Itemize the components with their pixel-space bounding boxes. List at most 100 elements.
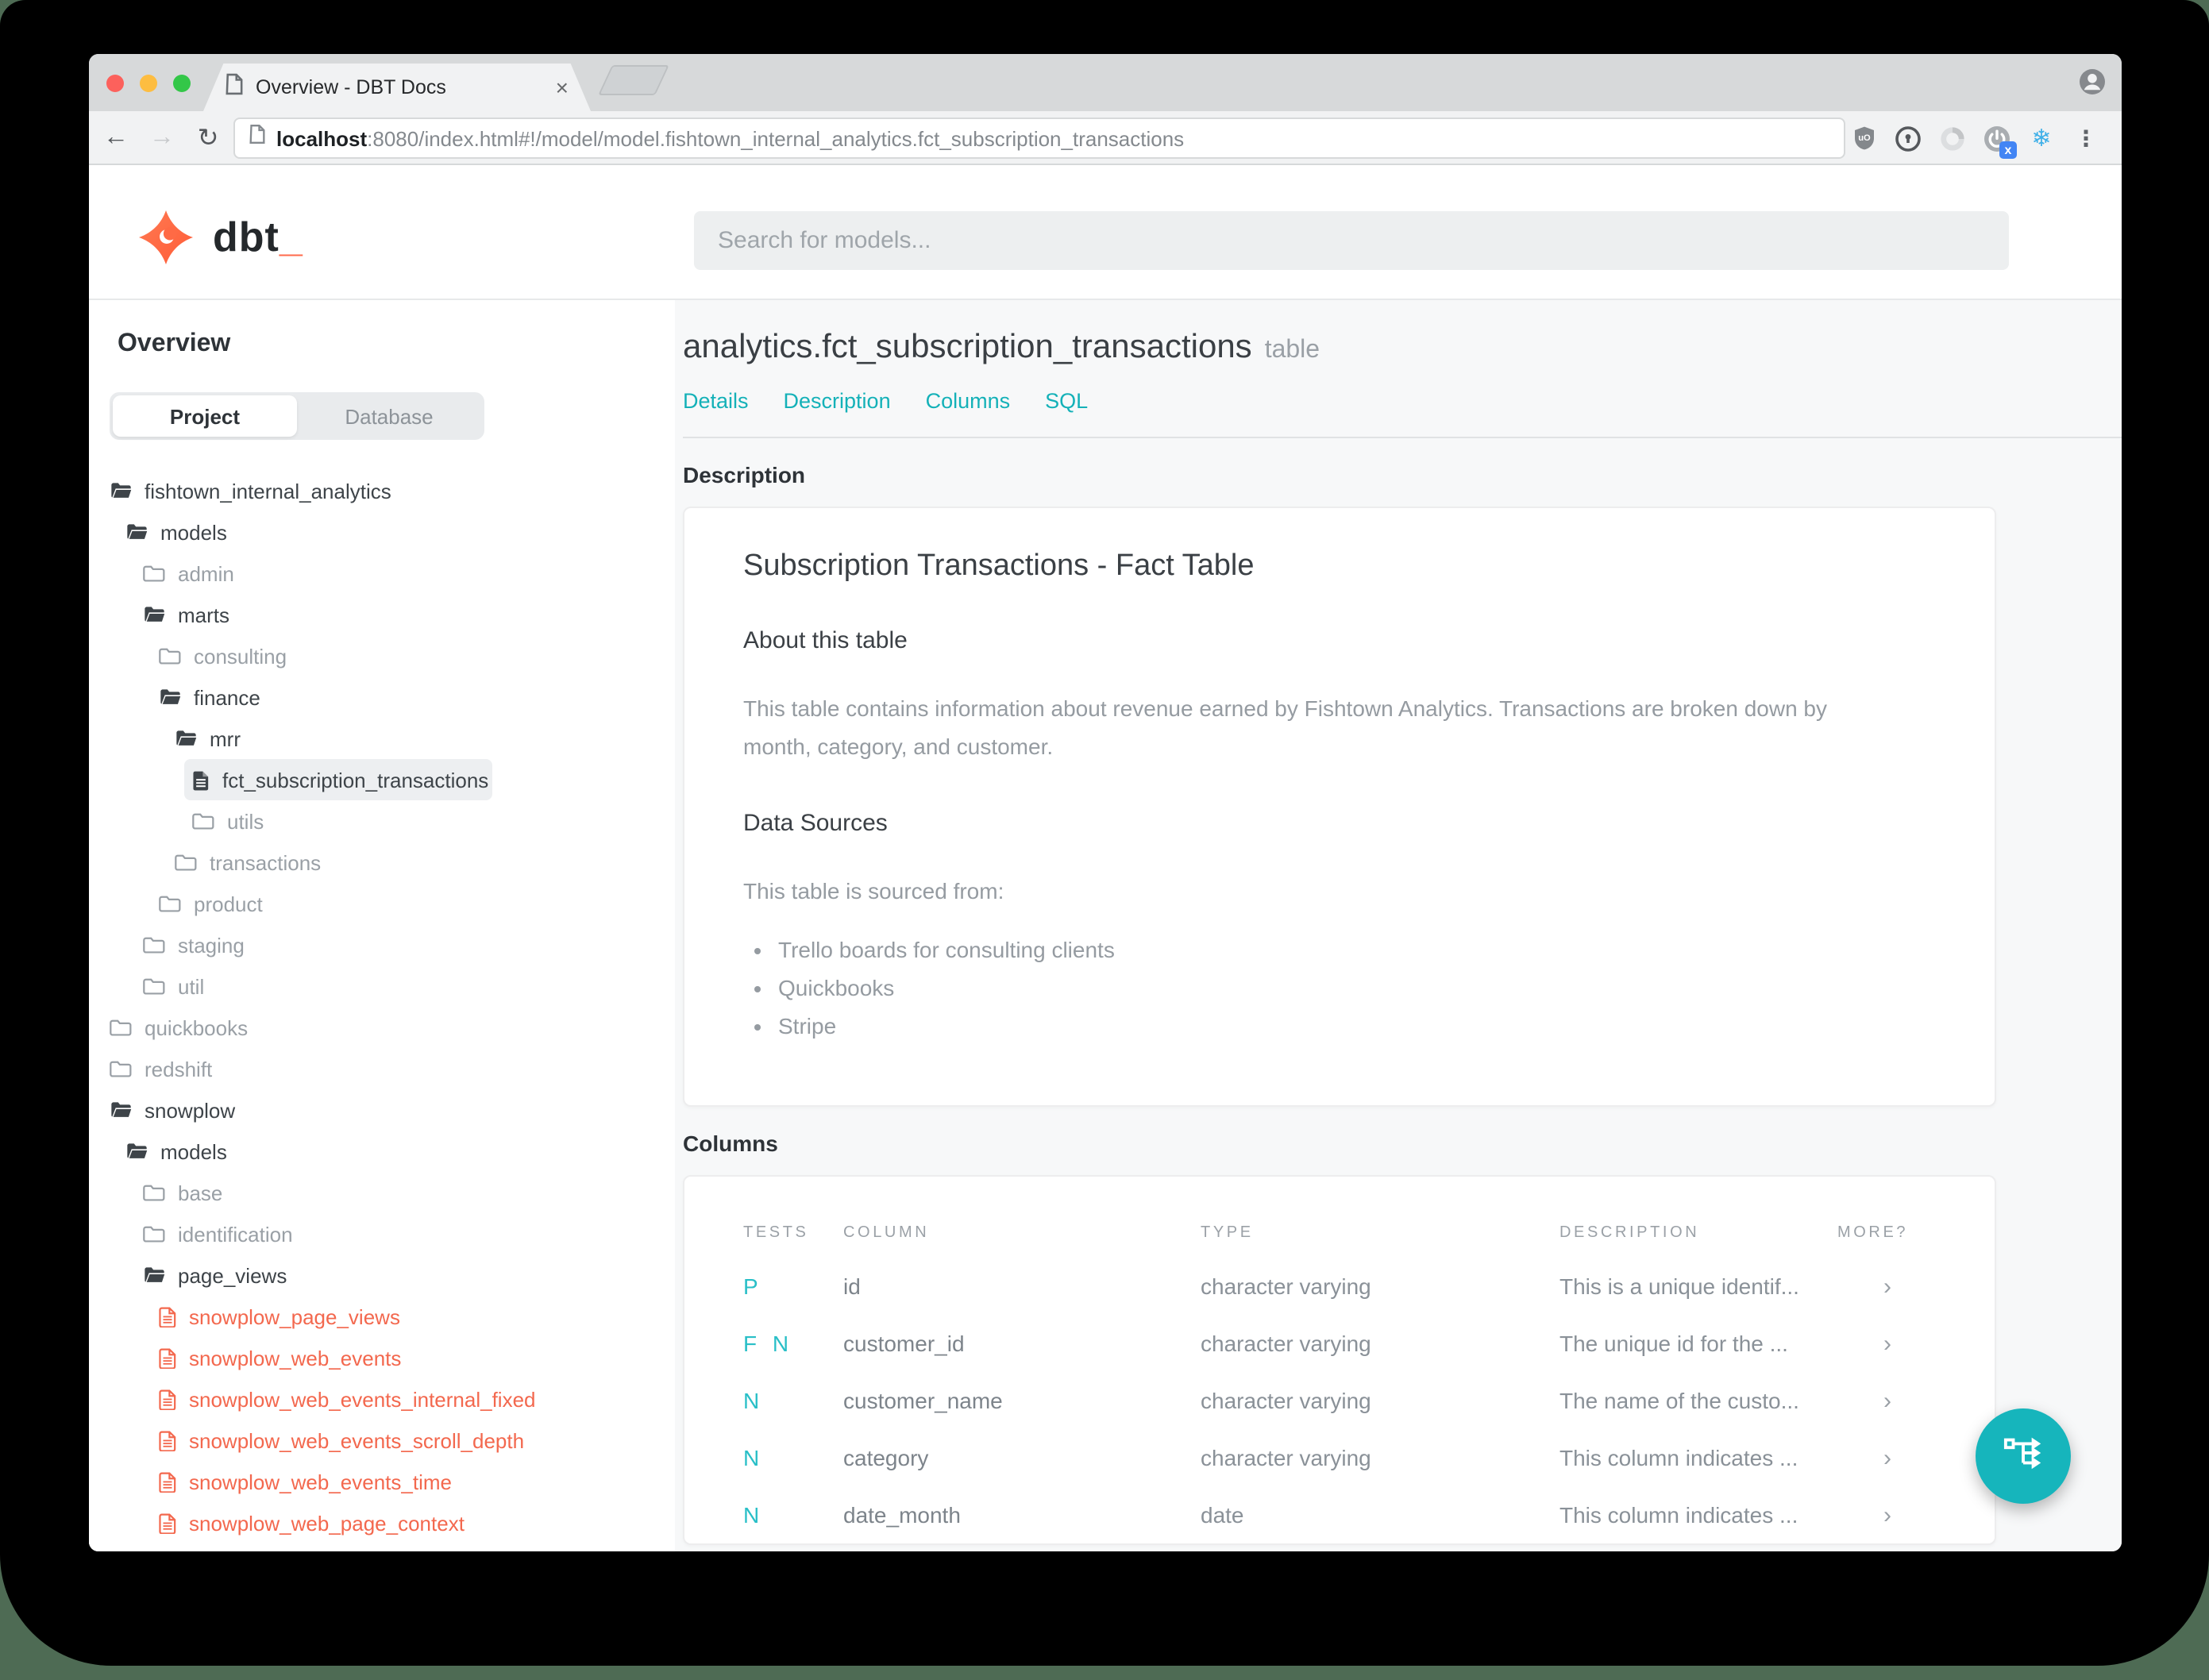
nav-link-columns[interactable]: Columns [926,389,1011,413]
section-nav: Details Description Columns SQL [683,389,2122,413]
tree-item-models[interactable]: models [89,1131,675,1172]
tree-item-redshift[interactable]: redshift [89,1048,675,1089]
tree-item-label: utils [227,809,264,833]
row-expand-chevron-icon[interactable]: › [1837,1388,1956,1415]
sidebar-tab-database[interactable]: Database [297,395,481,437]
main-panel: analytics.fct_subscription_transactions t… [675,300,2122,1551]
browser-profile-avatar[interactable] [2079,68,2106,103]
tree-item-label: snowplow_web_events_scroll_depth [189,1428,525,1452]
tree-item-label: snowplow_web_events_internal_fixed [189,1387,536,1411]
row-expand-chevron-icon[interactable]: › [1837,1502,1956,1529]
tree-item-snowplow_web_events[interactable]: snowplow_web_events [89,1337,675,1378]
table-row-category[interactable]: Ncategory character varying This column in… [723,1430,1956,1487]
tree-item-snowplow_web_events_time[interactable]: snowplow_web_events_time [89,1461,675,1502]
snowflake-icon[interactable]: ❄ [2028,125,2055,152]
row-expand-chevron-icon[interactable]: › [1837,1331,1956,1358]
folder-closed-icon [143,1224,165,1243]
ublock-origin-icon[interactable]: uO [1850,125,1877,152]
tree-item-util[interactable]: util [89,965,675,1007]
cell-desc: The name of the custo... [1559,1388,1799,1414]
model-name: analytics.fct_subscription_transactions [683,329,1252,365]
app-header: dbt _ [89,165,2122,300]
onepassword-icon[interactable] [1895,125,1922,152]
tree-item-quickbooks[interactable]: quickbooks [89,1007,675,1048]
column-header-column: COLUMN [843,1224,930,1243]
tab-favicon-page-icon [226,72,243,102]
nav-link-description[interactable]: Description [784,389,891,413]
cell-tests: N [743,1502,765,1528]
search-input[interactable] [694,211,2009,270]
tree-item-label: snowplow_web_events_time [189,1470,452,1493]
url-bar[interactable]: localhost:8080/index.html#!/model/model.… [233,118,1845,159]
columns-card: TESTS COLUMN TYPE DESCRIPTION MORE? Pid chara… [683,1175,1996,1546]
folder-open-icon [143,1266,165,1285]
cell-col: date_month [843,1502,961,1528]
tab-close-icon[interactable]: × [556,76,569,98]
tree-item-models[interactable]: models [89,511,675,553]
tree-item-fct_subscription_transactions[interactable]: fct_subscription_transactions [89,759,675,800]
tree-item-base[interactable]: base [89,1172,675,1213]
nav-link-sql[interactable]: SQL [1045,389,1088,413]
tree-item-label: fct_subscription_transactions [222,768,489,792]
tree-item-admin[interactable]: admin [89,553,675,594]
table-row-id[interactable]: Pid character varying This is a unique ide… [723,1258,1956,1316]
tree-item-identification[interactable]: identification [89,1213,675,1254]
close-window-button[interactable] [106,74,124,91]
zoom-window-button[interactable] [172,74,190,91]
dbt-logo[interactable]: dbt _ [138,210,303,265]
tree-item-staging[interactable]: staging [89,924,675,965]
reload-button[interactable]: ↻ [191,111,226,165]
lineage-graph-button[interactable] [1976,1408,2071,1504]
tree-item-marts[interactable]: marts [89,594,675,635]
back-button[interactable]: ← [98,111,133,165]
tree-item-label: quickbooks [145,1015,249,1039]
file-icon [159,1471,176,1492]
tree-item-label: consulting [194,644,287,668]
tree-item-finance[interactable]: finance [89,676,675,718]
file-tree: fishtown_internal_analytics models admin ma… [89,470,675,1543]
tree-item-page_views[interactable]: page_views [89,1254,675,1296]
tree-item-snowplow[interactable]: snowplow [89,1089,675,1131]
nav-link-details[interactable]: Details [683,389,749,413]
extension-circle-icon[interactable] [1939,125,1966,152]
tree-item-mrr[interactable]: mrr [89,718,675,759]
minimize-window-button[interactable] [140,74,157,91]
tree-item-snowplow_page_views[interactable]: snowplow_page_views [89,1296,675,1337]
forward-button[interactable]: → [145,111,179,165]
dbt-logo-text: dbt [213,213,279,260]
tree-item-consulting[interactable]: consulting [89,635,675,676]
tree-item-label: base [178,1181,223,1204]
table-row-customer_id[interactable]: F N customer_id character varying The uniqu… [723,1316,1956,1373]
browser-tab[interactable]: Overview - DBT Docs × [203,64,591,111]
dbt-docs-app: dbt_ Overview ProjectDatabase fishtown_i… [89,165,2122,1551]
new-tab-button[interactable] [598,65,669,95]
tree-item-label: snowplow_page_views [189,1304,400,1328]
row-expand-chevron-icon[interactable]: › [1837,1445,1956,1472]
sidebar-tab-project[interactable]: Project [113,395,297,437]
folder-closed-icon [192,811,214,830]
tree-item-snowplow_web_page_context[interactable]: snowplow_web_page_context [89,1502,675,1543]
row-expand-chevron-icon[interactable]: › [1837,1273,1956,1300]
cell-col: id [843,1273,861,1300]
tree-item-transactions[interactable]: transactions [89,842,675,883]
browser-tabstrip: Overview - DBT Docs × [89,54,2122,111]
tree-item-snowplow_web_events_scroll_depth[interactable]: snowplow_web_events_scroll_depth [89,1420,675,1461]
description-card: Subscription Transactions - Fact Table A… [683,507,1996,1108]
folder-closed-icon [175,853,197,872]
folder-closed-icon [110,1018,132,1037]
tree-item-label: admin [178,561,234,585]
tree-item-fishtown_internal_analytics[interactable]: fishtown_internal_analytics [89,470,675,511]
columns-table-body: Pid character varying This is a unique ide… [723,1258,1956,1544]
file-icon [159,1347,176,1368]
cell-type: character varying [1201,1388,1371,1414]
tree-item-product[interactable]: product [89,883,675,924]
menu-icon[interactable]: ⋮ [2072,125,2099,152]
cell-desc: This is a unique identif... [1559,1273,1799,1300]
table-row-date_month[interactable]: Ndate_month date This column indicates ...… [723,1487,1956,1544]
table-row-customer_name[interactable]: Ncustomer_name character varying The name … [723,1373,1956,1430]
columns-table-header: TESTS COLUMN TYPE DESCRIPTION MORE? [723,1225,1956,1243]
tree-item-utils[interactable]: utils [89,800,675,842]
power-x-icon[interactable]: x [1983,125,2017,158]
svg-text:uO: uO [1857,133,1870,143]
tree-item-snowplow_web_events_internal_fixed[interactable]: snowplow_web_events_internal_fixed [89,1378,675,1420]
